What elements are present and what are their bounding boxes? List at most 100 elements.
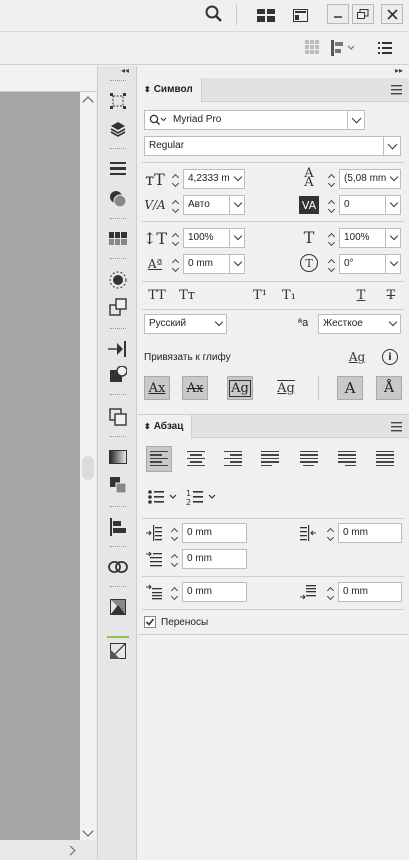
baseline-shift-input[interactable]: 0 mm <box>183 254 245 274</box>
snap-proximity-button[interactable]: Ag <box>273 376 299 400</box>
space-after-input[interactable]: 0 mm <box>338 582 402 602</box>
panel-menu-icon[interactable] <box>391 422 402 432</box>
collapse-right-toggle[interactable]: ▸▸ <box>395 66 403 75</box>
space-before-stepper[interactable] <box>167 582 181 602</box>
snap-xheight-button[interactable]: Ax <box>182 376 208 400</box>
subscript-button[interactable]: T₁ <box>278 286 300 304</box>
graphic-frame-icon[interactable] <box>107 640 129 662</box>
minimize-button[interactable] <box>327 4 349 24</box>
color-icon[interactable] <box>107 228 129 250</box>
chevron-down-icon[interactable] <box>385 196 400 214</box>
first-line-indent-input[interactable]: 0 mm <box>182 549 247 569</box>
small-caps-button[interactable]: Tт <box>176 286 198 304</box>
horizontal-scale-stepper[interactable] <box>324 228 338 248</box>
collapse-left-toggle[interactable]: ◂◂ <box>121 66 129 75</box>
info-icon[interactable]: i <box>382 349 398 365</box>
chevron-down-icon[interactable] <box>385 255 400 273</box>
scroll-thumb[interactable] <box>82 456 94 480</box>
distribute-icon[interactable] <box>330 40 356 56</box>
links-icon[interactable] <box>107 556 129 578</box>
chevron-down-icon[interactable] <box>385 229 400 247</box>
kerning-stepper[interactable] <box>168 195 182 215</box>
tracking-input[interactable]: 0 <box>339 195 401 215</box>
object-styles-icon[interactable] <box>107 474 129 496</box>
font-size-input[interactable]: 4,2333 m <box>183 169 245 189</box>
leading-stepper[interactable] <box>324 169 338 189</box>
horizontal-scale-input[interactable]: 100% <box>339 228 401 248</box>
workspace-switcher-icon[interactable] <box>257 9 275 22</box>
search-icon[interactable] <box>205 5 223 23</box>
chevron-down-icon[interactable] <box>347 111 364 129</box>
right-indent-input[interactable]: 0 mm <box>338 523 402 543</box>
tracking-stepper[interactable] <box>324 195 338 215</box>
snap-baseline-button[interactable]: Ax <box>144 376 170 400</box>
space-after-stepper[interactable] <box>323 582 337 602</box>
hyperlinks-icon[interactable] <box>107 364 129 386</box>
space-before-input[interactable]: 0 mm <box>182 582 247 602</box>
font-size-stepper[interactable] <box>168 169 182 189</box>
snap-angular-button[interactable]: A <box>337 376 363 400</box>
chevron-down-icon[interactable] <box>229 196 244 214</box>
chevron-down-icon[interactable] <box>385 315 400 333</box>
align-icon[interactable] <box>107 516 129 538</box>
list-menu-icon[interactable] <box>378 42 392 54</box>
first-line-indent-stepper[interactable] <box>167 549 181 569</box>
gradient-icon[interactable] <box>107 446 129 468</box>
chevron-down-icon[interactable] <box>387 170 400 188</box>
skew-input[interactable]: 0° <box>339 254 401 274</box>
scroll-down-arrow[interactable] <box>82 825 94 837</box>
strikethrough-button[interactable]: T <box>381 286 401 304</box>
chevron-down-icon[interactable] <box>229 229 244 247</box>
pasteboard[interactable] <box>0 92 80 840</box>
skew-stepper[interactable] <box>324 254 338 274</box>
close-button[interactable] <box>381 4 403 24</box>
vertical-scrollbar[interactable] <box>80 92 96 840</box>
align-right-icon[interactable] <box>224 449 244 469</box>
chevron-down-icon[interactable] <box>383 137 400 155</box>
superscript-button[interactable]: T¹ <box>249 286 271 304</box>
bulleted-list-icon[interactable] <box>148 489 178 505</box>
justify-all-icon[interactable] <box>376 449 396 469</box>
snap-anchor-button[interactable]: Å <box>376 376 402 400</box>
kerning-input[interactable]: Авто <box>183 195 245 215</box>
layers-icon[interactable] <box>107 118 129 140</box>
chevron-down-icon[interactable] <box>231 170 244 188</box>
text-wrap-icon[interactable] <box>107 338 129 360</box>
language-select[interactable]: Русский <box>144 314 227 334</box>
stroke-icon[interactable] <box>107 158 129 180</box>
effects-icon[interactable] <box>107 269 129 291</box>
underline-button[interactable]: T <box>351 286 371 304</box>
grid-icon[interactable] <box>305 40 319 54</box>
justify-left-icon[interactable] <box>261 449 281 469</box>
tab-character[interactable]: ⬍ Символ <box>138 78 202 102</box>
hyphenation-select[interactable]: Жесткое <box>318 314 401 334</box>
font-style-field[interactable]: Regular <box>144 136 401 156</box>
baseline-shift-stepper[interactable] <box>168 254 182 274</box>
leading-input[interactable]: (5,08 mm <box>339 169 401 189</box>
pathfinder-icon[interactable] <box>107 406 129 428</box>
image-icon[interactable] <box>107 596 129 618</box>
left-indent-input[interactable]: 0 mm <box>182 523 247 543</box>
justify-center-icon[interactable] <box>300 449 320 469</box>
transform-icon[interactable] <box>107 296 129 318</box>
restore-button[interactable] <box>352 4 374 24</box>
font-family-field[interactable]: Myriad Pro <box>144 110 365 130</box>
pages-icon[interactable] <box>107 90 129 112</box>
chevron-down-icon[interactable] <box>229 255 244 273</box>
right-indent-stepper[interactable] <box>323 523 337 543</box>
swatches-icon[interactable] <box>107 188 129 210</box>
snap-glyph-bounds-button[interactable]: Ag <box>227 376 253 400</box>
numbered-list-icon[interactable]: 12 <box>186 488 218 507</box>
align-center-icon[interactable] <box>187 449 207 469</box>
scroll-up-arrow[interactable] <box>82 96 94 108</box>
vertical-scale-input[interactable]: 100% <box>183 228 245 248</box>
panel-menu-icon[interactable] <box>391 85 402 95</box>
hyphenation-checkbox[interactable] <box>144 616 156 628</box>
glyph-icon[interactable]: Ag <box>347 348 367 366</box>
vertical-scale-stepper[interactable] <box>168 228 182 248</box>
search-font-icon[interactable] <box>149 114 167 129</box>
panel-layout-icon[interactable] <box>293 9 308 22</box>
left-indent-stepper[interactable] <box>167 523 181 543</box>
chevron-down-icon[interactable] <box>211 315 226 333</box>
tab-paragraph[interactable]: ⬍ Абзац <box>138 415 193 439</box>
